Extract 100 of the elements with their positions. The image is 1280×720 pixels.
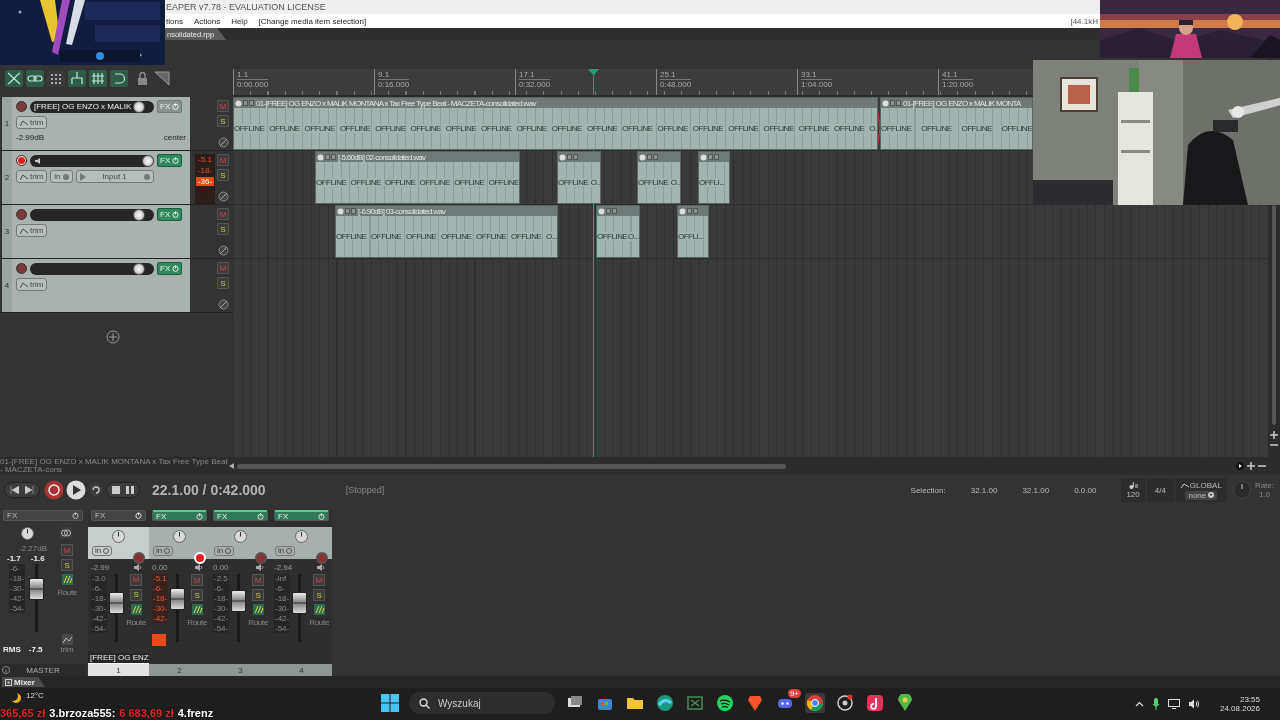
solo-button[interactable]: S — [130, 588, 143, 601]
play-icon[interactable] — [66, 480, 86, 500]
trim-button[interactable]: trim — [16, 116, 48, 129]
item-knob-icon[interactable] — [639, 153, 646, 161]
chevron-up-icon[interactable] — [1134, 701, 1144, 707]
track-name-field[interactable]: [FREE] OG ENZO x MALIK — [30, 100, 154, 113]
route-icon[interactable] — [61, 574, 73, 585]
fader-handle[interactable] — [292, 592, 308, 615]
solo-button[interactable]: S — [252, 589, 265, 601]
channel-number-tab[interactable]: 1 — [88, 664, 149, 676]
automation-dropdown[interactable]: none — [1185, 490, 1218, 500]
phase-icon[interactable] — [217, 137, 229, 148]
stream-music-icon[interactable] — [716, 694, 734, 712]
channel-number-tab[interactable]: 4 — [271, 664, 332, 676]
item-knob-icon[interactable] — [679, 207, 686, 215]
rate-knob-icon[interactable] — [1232, 481, 1251, 499]
solo-button[interactable]: S — [217, 169, 229, 181]
search-field[interactable]: Wyszukaj — [409, 692, 555, 714]
tempo-box[interactable]: 120 — [1121, 478, 1145, 502]
item-knob-icon[interactable] — [317, 153, 324, 161]
fx-button[interactable]: FX — [213, 510, 268, 521]
item-knob-icon[interactable] — [598, 207, 605, 215]
media-item[interactable]: OFFLI... — [698, 151, 730, 204]
solo-button[interactable]: S — [61, 559, 74, 571]
zoom-out-icon[interactable] — [1270, 441, 1278, 449]
fader-handle[interactable] — [109, 592, 125, 615]
stereo-icon[interactable] — [60, 527, 72, 539]
phase-icon[interactable] — [217, 299, 229, 310]
item-knob-icon[interactable] — [700, 153, 707, 161]
channel-number-tab[interactable]: 3 — [210, 664, 271, 676]
zoom-in-icon[interactable] — [1270, 431, 1278, 439]
speaker-icon[interactable] — [255, 563, 264, 572]
input-monitor-button[interactable]: in — [275, 546, 296, 556]
repeat-icon[interactable] — [89, 483, 103, 497]
item-toggle-icon[interactable] — [325, 154, 336, 160]
item-knob-icon[interactable] — [337, 207, 344, 215]
record-arm-button[interactable] — [16, 155, 27, 166]
info-icon[interactable] — [2, 666, 10, 674]
monitor-icon[interactable] — [1167, 699, 1180, 709]
zoom-in-icon[interactable] — [1247, 462, 1255, 470]
track-name-field[interactable] — [30, 154, 154, 167]
toolbar-button[interactable] — [5, 70, 23, 87]
fx-button[interactable]: FX — [157, 208, 183, 221]
microphone-icon[interactable] — [1151, 698, 1160, 710]
input-monitor-button[interactable]: in — [92, 546, 113, 556]
solo-button[interactable]: S — [217, 223, 229, 235]
lion-shield-icon[interactable] — [746, 694, 764, 712]
track-name-field[interactable] — [30, 208, 154, 221]
channel-number-tab[interactable]: 2 — [149, 664, 210, 676]
solo-button[interactable]: S — [217, 115, 229, 127]
speaker-icon[interactable] — [133, 562, 142, 572]
phase-icon[interactable] — [217, 191, 229, 202]
trim-button[interactable]: trim — [16, 224, 48, 237]
input-select[interactable]: Input 1 — [75, 170, 154, 183]
skip-forward-icon[interactable] — [25, 486, 34, 494]
time-signature[interactable]: 4/4 — [1146, 478, 1174, 502]
trim-envelope-icon[interactable] — [61, 634, 73, 645]
input-monitor-button[interactable]: in — [153, 546, 174, 556]
media-item[interactable]: OFFLINEO... — [596, 205, 640, 258]
round-browser-icon[interactable] — [806, 694, 824, 712]
record-arm-button[interactable] — [316, 552, 328, 564]
record-icon[interactable] — [44, 480, 64, 500]
playhead-marker-icon[interactable] — [588, 69, 599, 95]
volume-knob[interactable] — [133, 262, 146, 275]
item-knob-icon[interactable] — [559, 153, 566, 161]
volume-knob[interactable] — [142, 154, 154, 167]
solo-button[interactable]: S — [191, 589, 204, 601]
item-toggle-icon[interactable] — [890, 100, 901, 106]
gear-circle-icon[interactable] — [836, 694, 854, 712]
item-toggle-icon[interactable] — [345, 208, 356, 214]
zoom-out-icon[interactable] — [1258, 462, 1266, 470]
browser-wave-icon[interactable] — [656, 694, 674, 712]
media-item[interactable]: OFFLINE O.. — [557, 151, 601, 204]
input-monitor-button[interactable]: in — [214, 546, 235, 556]
scroll-left-icon[interactable] — [229, 463, 235, 469]
fader-handle[interactable] — [170, 587, 186, 610]
track-name-field[interactable] — [30, 262, 154, 275]
media-item[interactable]: 01-[FREE] OG ENZO x MALIK MONTA OFFLINE OFFLINE OFFLINE OFFLINE — [880, 97, 1033, 150]
triangle-ruler-icon[interactable] — [153, 70, 171, 87]
item-toggle-icon[interactable] — [567, 154, 578, 160]
add-track-icon[interactable] — [106, 330, 120, 344]
skip-back-icon[interactable] — [10, 486, 19, 494]
music-note-tile-icon[interactable] — [866, 694, 884, 712]
media-item[interactable]: [-5.60dB] 02-consolidated.wav OFFLINE OFFLINE OFFLINE OFFLINE OFFLINE OFFLINE — [315, 151, 520, 204]
item-knob-icon[interactable] — [882, 99, 889, 107]
x-box-icon[interactable] — [686, 694, 704, 712]
item-knob-icon[interactable] — [235, 99, 242, 107]
pin-drop-icon[interactable] — [896, 694, 914, 712]
volume-knob[interactable] — [133, 100, 146, 113]
speaker-icon[interactable] — [1187, 699, 1200, 709]
route-icon[interactable] — [252, 604, 264, 615]
toolbar-button[interactable] — [89, 70, 107, 87]
menu-item[interactable]: tions — [166, 16, 183, 26]
windows-start-icon[interactable] — [381, 694, 399, 712]
menu-item[interactable]: Help — [231, 16, 248, 26]
fx-button[interactable]: FX — [157, 262, 183, 275]
record-arm-button[interactable] — [133, 551, 145, 564]
speaker-icon[interactable] — [194, 563, 203, 572]
scrollbar[interactable] — [237, 463, 786, 469]
item-toggle-icon[interactable] — [687, 208, 698, 214]
